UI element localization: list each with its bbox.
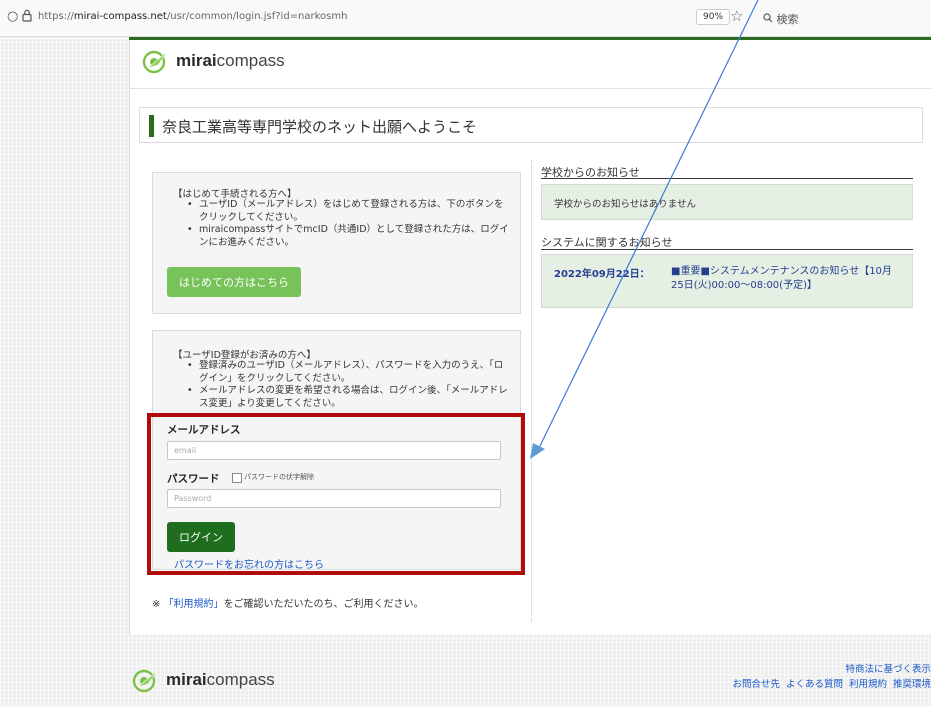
circle-icon: ○ — [7, 9, 19, 24]
page-title: 奈良工業高等専門学校のネット出願へようこそ — [162, 118, 478, 136]
show-password-checkbox[interactable] — [232, 473, 242, 483]
bookmark-star-icon[interactable]: ☆ — [730, 7, 743, 25]
logo-text: miraicompass — [176, 51, 285, 70]
search-placeholder: 検索 — [776, 13, 799, 26]
login-button[interactable]: ログイン — [167, 522, 235, 552]
email-label: メールアドレス — [167, 424, 241, 436]
column-divider — [531, 160, 532, 622]
news-date: 2022年09月22日： — [554, 269, 650, 280]
zoom-level[interactable]: 90% — [696, 9, 731, 25]
footer-links: お問合せ先 よくある質問 利用規約 推奨環境 — [726, 676, 931, 690]
terms-note-prefix: ※ — [152, 599, 164, 610]
news-item-link[interactable]: ■重要■システムメンテナンスのお知らせ【10月25日(火)00:00～08:00… — [671, 265, 903, 293]
first-time-heading: 【はじめて手続される方へ】 — [173, 189, 297, 200]
title-accent-bar — [149, 115, 154, 137]
page-title-box: 奈良工業高等専門学校のネット出願へようこそ — [139, 107, 923, 143]
header-accent-line — [129, 37, 931, 40]
registered-bullet: 登録済みのユーザID（メールアドレス）、パスワードを入力のうえ、「ログイン」をク… — [175, 360, 510, 385]
password-label: パスワード — [167, 473, 220, 485]
search-box[interactable]: 検索 — [763, 11, 799, 27]
first-time-bullets: ユーザID（メールアドレス）をはじめて登録される方は、下のボタンをクリックしてく… — [175, 199, 510, 249]
lock-icon[interactable] — [22, 9, 32, 26]
footer-link-environment[interactable]: 推奨環境 — [893, 679, 931, 690]
first-time-bullet: miraicompassサイトでmcID（共通ID）として登録された方は、ログイ… — [175, 224, 510, 249]
compass-logo-icon — [132, 669, 159, 693]
school-news-empty: 学校からのお知らせはありません — [554, 199, 697, 210]
registered-bullet: メールアドレスの変更を希望される場合は、ログイン後、「メールアドレス変更」より変… — [175, 385, 510, 410]
commerce-law-link[interactable]: 特商法に基づく表示 — [845, 661, 931, 675]
forgot-password-link[interactable]: パスワードをお忘れの方はこちら — [174, 556, 324, 571]
first-time-bullet: ユーザID（メールアドレス）をはじめて登録される方は、下のボタンをクリックしてく… — [175, 199, 510, 224]
email-input[interactable] — [167, 441, 501, 460]
compass-logo-icon — [142, 50, 169, 74]
footer-link-contact[interactable]: お問合せ先 — [732, 679, 780, 690]
terms-note-suffix: をご確認いただいたのち、ご利用ください。 — [223, 599, 424, 610]
terms-link[interactable]: 「利用規約」 — [164, 599, 224, 610]
show-password-label[interactable]: パスワードの伏字解除 — [244, 472, 314, 482]
footer-link-terms[interactable]: 利用規約 — [849, 679, 887, 690]
school-news-box: 学校からのお知らせはありません — [541, 184, 913, 220]
logo-text: miraicompass — [166, 670, 275, 689]
school-news-underline — [541, 178, 913, 179]
system-news-underline — [541, 249, 913, 250]
system-news-box: 2022年09月22日： ■重要■システムメンテナンスのお知らせ【10月25日(… — [541, 254, 913, 308]
terms-note: ※ 「利用規約」をご確認いただいたのち、ご利用ください。 — [152, 595, 424, 610]
system-news-heading: システムに関するお知らせ — [541, 236, 673, 249]
browser-toolbar: ○ https://mirai-compass.net/usr/common/l… — [0, 0, 931, 37]
first-time-register-button[interactable]: はじめての方はこちら — [167, 267, 301, 297]
first-time-panel: 【はじめて手続される方へ】 ユーザID（メールアドレス）をはじめて登録される方は… — [152, 172, 521, 314]
registered-bullets: 登録済みのユーザID（メールアドレス）、パスワードを入力のうえ、「ログイン」をク… — [175, 360, 510, 410]
header-logo[interactable]: miraicompass — [142, 48, 285, 74]
registered-heading: 【ユーザID登録がお済みの方へ】 — [173, 350, 316, 361]
header-divider — [129, 88, 931, 89]
address-bar[interactable]: https://mirai-compass.net/usr/common/log… — [38, 11, 347, 22]
search-icon — [763, 13, 777, 26]
password-input[interactable] — [167, 489, 501, 508]
footer-link-faq[interactable]: よくある質問 — [786, 679, 843, 690]
footer-logo[interactable]: miraicompass — [132, 667, 275, 693]
